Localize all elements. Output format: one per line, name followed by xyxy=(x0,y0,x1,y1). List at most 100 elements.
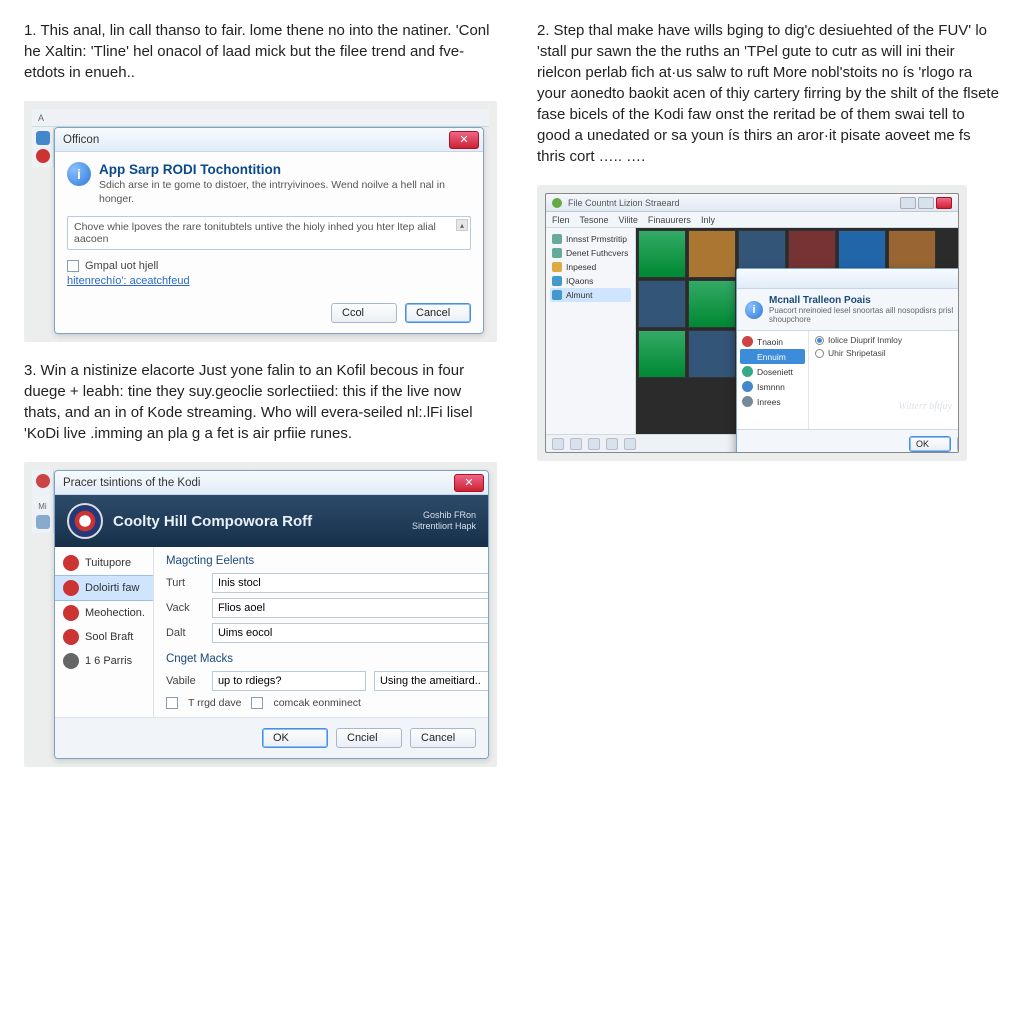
category-label: Doloirti faw xyxy=(85,582,139,594)
banner-title: Coolty Hill Compowora Roff xyxy=(113,513,312,530)
sidebar-item[interactable]: Almunt xyxy=(550,288,631,302)
menu-bar: Flen Tesone Vilite Finauurers Inly xyxy=(546,212,958,228)
sidebar-label: Inpesed xyxy=(566,262,596,272)
thumbnail[interactable] xyxy=(638,280,686,328)
category-icon xyxy=(63,605,79,621)
checkbox[interactable] xyxy=(67,260,79,272)
nested-icon xyxy=(742,381,753,392)
status-icon xyxy=(588,438,600,450)
dialog-title: Officon xyxy=(59,134,449,146)
nested-item[interactable]: Ennuim xyxy=(740,349,805,364)
status-icon xyxy=(624,438,636,450)
description-textbox[interactable]: Chove whie lpoves the rare tonitubtels u… xyxy=(67,216,471,250)
dialog-banner: Coolty Hill Compowora Roff Goshib FRonSi… xyxy=(55,495,488,547)
ok-button[interactable]: Ccol xyxy=(331,303,397,323)
radio-option[interactable]: Iolice Diuprif Inmloy xyxy=(815,335,959,345)
nested-category-list: Tnaoin Ennuim Doseniett Ismnnn Inrees xyxy=(737,331,809,429)
nested-label: Ismnnn xyxy=(757,382,785,392)
menu-item[interactable]: Vilite xyxy=(619,215,638,225)
dialog-title: Pracer tsintions of the Kodi xyxy=(59,477,454,489)
close-button[interactable]: ✕ xyxy=(449,131,479,149)
menu-item[interactable]: Tesone xyxy=(580,215,609,225)
category-item[interactable]: Tuitupore xyxy=(55,551,153,575)
ok-button[interactable]: OK xyxy=(262,728,328,748)
thumbnail[interactable] xyxy=(688,280,736,328)
category-item[interactable]: Meohection. xyxy=(55,601,153,625)
category-label: Sool Braft xyxy=(85,631,133,643)
seal-icon xyxy=(67,503,103,539)
bg-icon xyxy=(36,149,50,163)
category-label: 1 6 Parris xyxy=(85,655,132,667)
checkbox[interactable] xyxy=(166,697,178,709)
text-field[interactable] xyxy=(212,573,489,593)
using-field[interactable] xyxy=(374,671,489,691)
step-3-text: Win a nistinize elacorte Just yone falin… xyxy=(24,362,473,442)
step-3-num: 3. xyxy=(24,362,37,379)
ok-button[interactable]: OK xyxy=(909,436,951,452)
nested-item[interactable]: Inrees xyxy=(740,394,805,409)
maximize-button[interactable] xyxy=(918,197,934,209)
sidebar-item[interactable]: Innsst Prmstritip xyxy=(550,232,631,246)
app-window: File Countnt Lizion Straeard Flen Tesone V… xyxy=(545,193,959,453)
menu-item[interactable]: Inly xyxy=(701,215,715,225)
sidebar-label: Innsst Prmstritip xyxy=(566,234,627,244)
sidebar-label: Denet Futhcvers xyxy=(566,248,628,258)
sidebar-item[interactable]: Denet Futhcvers xyxy=(550,246,631,260)
radio-icon xyxy=(815,336,824,345)
radio-option[interactable]: Uhir Shripetasil xyxy=(815,348,959,358)
cancel-button-2[interactable]: Cancel xyxy=(410,728,476,748)
cancel-button[interactable]: Cnciel xyxy=(336,728,402,748)
nested-title: Mcnall Tralleon Poais xyxy=(769,295,871,306)
help-link[interactable]: hitenrechío': aceatchfeud xyxy=(67,275,471,287)
radio-icon xyxy=(815,349,824,358)
checkbox[interactable] xyxy=(251,697,263,709)
category-icon xyxy=(63,580,79,596)
category-icon xyxy=(63,653,79,669)
category-item[interactable]: 1 6 Parris xyxy=(55,649,153,673)
status-icon xyxy=(606,438,618,450)
checkbox-label: Gmpal uot hjell xyxy=(85,260,158,272)
close-button[interactable] xyxy=(936,197,952,209)
category-item[interactable]: Doloirti faw xyxy=(55,575,153,601)
vabile-field[interactable] xyxy=(212,671,366,691)
sidebar-item[interactable]: IQaons xyxy=(550,274,631,288)
nested-item[interactable]: Tnaoin xyxy=(740,334,805,349)
sidebar-icon xyxy=(552,290,562,300)
step-2-text: Step thal make have wills bging to dig'c… xyxy=(537,22,999,165)
nested-label: Doseniett xyxy=(757,367,793,377)
text-field[interactable] xyxy=(212,598,489,618)
nested-icon xyxy=(742,396,753,407)
status-icon xyxy=(552,438,564,450)
background-strip xyxy=(32,127,54,167)
step-2: 2.Step thal make have wills bging to dig… xyxy=(537,20,1000,167)
cancel-button[interactable]: Cancel xyxy=(405,303,471,323)
info-icon: i xyxy=(745,301,763,319)
minimize-button[interactable] xyxy=(900,197,916,209)
nested-item[interactable]: Ismnnn xyxy=(740,379,805,394)
thumbnail[interactable] xyxy=(638,330,686,378)
step-1-num: 1. xyxy=(24,22,37,39)
nested-item[interactable]: Doseniett xyxy=(740,364,805,379)
step-3: 3.Win a nistinize elacorte Just yone fal… xyxy=(24,360,497,444)
nested-label: Ennuim xyxy=(757,352,786,362)
thumbnail[interactable] xyxy=(688,330,736,378)
nested-label: Inrees xyxy=(757,397,781,407)
menu-item[interactable]: Flen xyxy=(552,215,570,225)
text-field[interactable] xyxy=(212,623,489,643)
sidebar-item[interactable]: Inpesed xyxy=(550,260,631,274)
sidebar-icon xyxy=(552,248,562,258)
status-icon xyxy=(570,438,582,450)
scroll-up-icon[interactable]: ▴ xyxy=(456,219,468,231)
category-item[interactable]: Sool Braft xyxy=(55,625,153,649)
nested-dialog: ✕ i Mcnall Tralleon Poais Puacort nreino… xyxy=(736,268,959,453)
window-title: File Countnt Lizion Straeard xyxy=(568,198,680,208)
step-2-num: 2. xyxy=(537,22,550,39)
menu-item[interactable]: Finauurers xyxy=(648,215,691,225)
cancel-button[interactable]: Gucel xyxy=(957,436,959,452)
sidebar: Innsst Prmstritip Denet Futhcvers Inpesed I… xyxy=(546,228,636,434)
category-icon xyxy=(63,555,79,571)
section-title: Magcting Eelents xyxy=(166,555,489,567)
thumbnail[interactable] xyxy=(638,230,686,278)
thumbnail[interactable] xyxy=(688,230,736,278)
close-button[interactable]: ✕ xyxy=(454,474,484,492)
